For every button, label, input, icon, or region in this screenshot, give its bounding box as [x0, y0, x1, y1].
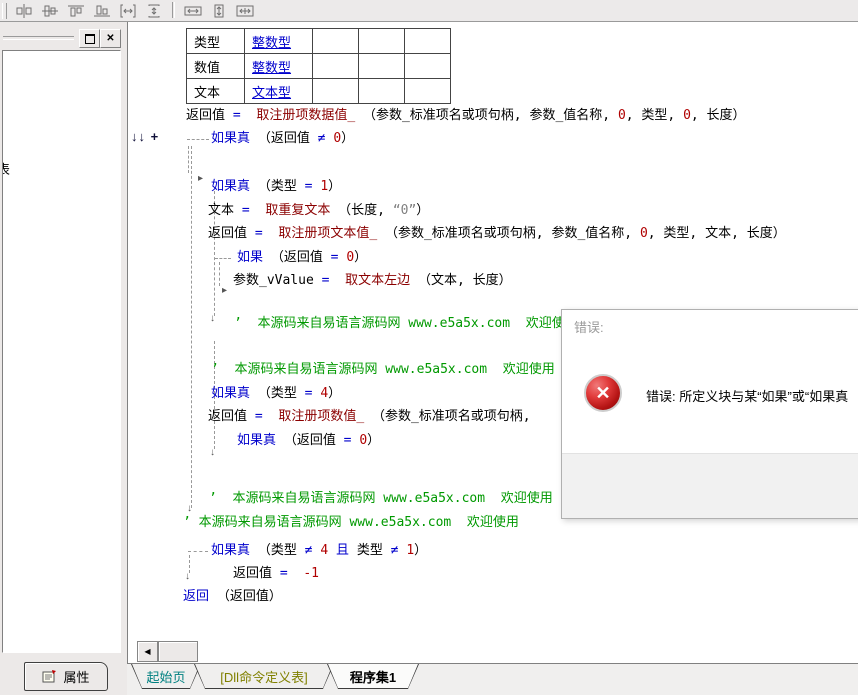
code-line[interactable]: 如果真 （类型 = 1）: [211, 179, 341, 195]
tab-program-set-1[interactable]: 程序集1: [327, 664, 419, 689]
align-bottom-button[interactable]: [89, 2, 114, 20]
code-line[interactable]: 如果真 （类型 = 4）: [211, 386, 341, 402]
toolbar-separator: [172, 2, 175, 18]
code-line[interactable]: ’ 本源码来自易语言源码网 www.e5a5x.com 欢迎使用: [209, 491, 553, 507]
indent-arrow-icon: ↓: [185, 572, 190, 582]
same-width-icon: [184, 4, 202, 18]
code-line[interactable]: 返回 （返回值）: [183, 589, 282, 605]
variable-table: 类型整数型数值整数型文本文本型: [186, 28, 451, 104]
code-line[interactable]: 如果 （返回值 = 0）: [237, 250, 367, 266]
align-center-vertical-button[interactable]: [37, 2, 62, 20]
code-line[interactable]: 如果真 （类型 ≠ 4 且 类型 ≠ 1）: [211, 543, 427, 559]
empty-cell[interactable]: [405, 79, 451, 104]
variable-type-cell[interactable]: 文本型: [245, 79, 313, 104]
variable-type-cell[interactable]: 整数型: [245, 54, 313, 79]
scrollbar-thumb[interactable]: [158, 641, 198, 662]
indent-guide: [188, 551, 208, 552]
indent-guide: [191, 146, 192, 508]
dialog-title: 错误:: [574, 317, 604, 336]
same-width-button[interactable]: [180, 2, 205, 20]
indent-arrow-icon: ▸: [222, 286, 227, 296]
table-row: 文本文本型: [187, 79, 451, 104]
space-evenly-horizontal-icon: [119, 4, 137, 18]
panel-float-button[interactable]: [79, 29, 100, 48]
tree-item-partial-text: 表: [2, 159, 10, 178]
indent-arrow-icon: ↓: [210, 314, 215, 324]
dialog-footer: [562, 453, 858, 518]
panel-close-button[interactable]: ✕: [100, 29, 121, 48]
code-line[interactable]: 返回值 = 取注册项数值_ （参数_标准项名或项句柄,: [208, 409, 531, 425]
empty-cell[interactable]: [359, 79, 405, 104]
table-row: 数值整数型: [187, 54, 451, 79]
error-x-icon: ✕: [584, 374, 622, 412]
variable-name-cell[interactable]: 类型: [187, 29, 245, 54]
space-evenly-horizontal-button[interactable]: [115, 2, 140, 20]
tab-label: 起始页: [146, 667, 185, 686]
same-size-icon: [236, 4, 254, 18]
code-line[interactable]: 如果真 （返回值 ≠ 0）: [211, 131, 354, 147]
code-line[interactable]: 文本 = 取重复文本 （长度, “0”）: [208, 203, 429, 219]
same-height-icon: [210, 4, 228, 18]
ide-window: ✕ 表 属性 类型整数型数值整数型文本文本型 ↓↓ + ▸ ↓ ↓: [0, 0, 858, 695]
error-dialog: 错误: ✕ 错误: 所定义块与某“如果”或“如果真: [561, 309, 858, 519]
close-icon: ✕: [106, 33, 114, 44]
align-center-vertical-icon: [41, 4, 59, 18]
restore-icon: [85, 34, 95, 44]
alignment-toolbar: [0, 0, 858, 22]
horizontal-scrollbar[interactable]: ◀: [134, 640, 850, 661]
code-line[interactable]: ’ 本源码来自易语言源码网 www.e5a5x.com 欢迎使用: [234, 316, 578, 332]
code-line[interactable]: ’ 本源码来自易语言源码网 www.e5a5x.com 欢迎使用: [211, 362, 555, 378]
space-evenly-vertical-button[interactable]: [141, 2, 166, 20]
code-line[interactable]: 参数_vValue = 取文本左边 （文本, 长度）: [233, 273, 512, 289]
align-top-icon: [67, 4, 85, 18]
properties-label: 属性: [63, 667, 89, 686]
align-bottom-icon: [93, 4, 111, 18]
toolbar-buttons: [11, 2, 258, 20]
empty-cell[interactable]: [313, 54, 359, 79]
scroll-left-button[interactable]: ◀: [137, 641, 158, 662]
empty-cell[interactable]: [359, 29, 405, 54]
tab-start-page[interactable]: 起始页: [131, 664, 201, 689]
tab-label: [Dll命令定义表]: [220, 667, 307, 686]
document-tab-bar: 起始页 [Dll命令定义表] 程序集1: [127, 663, 858, 695]
empty-cell[interactable]: [405, 54, 451, 79]
margin-marker[interactable]: ↓↓ +: [131, 129, 159, 144]
space-evenly-vertical-icon: [145, 4, 163, 18]
variable-name-cell[interactable]: 数值: [187, 54, 245, 79]
variable-name-cell[interactable]: 文本: [187, 79, 245, 104]
empty-cell[interactable]: [359, 54, 405, 79]
variable-type-cell[interactable]: 整数型: [245, 29, 313, 54]
panel-drag-grip[interactable]: [3, 36, 74, 40]
table-row: 类型整数型: [187, 29, 451, 54]
properties-icon: [42, 670, 58, 684]
indent-arrow-icon: ↓: [187, 504, 192, 514]
indent-guide: [215, 258, 231, 259]
empty-cell[interactable]: [313, 29, 359, 54]
same-height-button[interactable]: [206, 2, 231, 20]
toolbar-grip[interactable]: [2, 3, 7, 19]
workspace-tree[interactable]: 表: [2, 50, 121, 653]
tab-dll-command-table[interactable]: [Dll命令定义表]: [194, 664, 334, 689]
code-line[interactable]: 返回值 = -1: [233, 566, 319, 582]
workspace-panel: ✕ 表 属性: [0, 22, 127, 695]
indent-guide: [188, 146, 189, 173]
align-top-button[interactable]: [63, 2, 88, 20]
indent-guide: [187, 139, 209, 140]
align-center-horizontal-icon: [15, 4, 33, 18]
properties-button[interactable]: 属性: [24, 662, 108, 691]
code-line[interactable]: ’ 本源码来自易语言源码网 www.e5a5x.com 欢迎使用: [183, 515, 519, 531]
error-message: 错误: 所定义块与某“如果”或“如果真: [646, 386, 858, 405]
indent-arrow-icon: ↓: [210, 448, 215, 458]
empty-cell[interactable]: [405, 29, 451, 54]
indent-arrow-icon: ▸: [198, 174, 203, 184]
tab-label: 程序集1: [350, 667, 396, 686]
code-line[interactable]: 返回值 = 取注册项数据值_ （参数_标准项名或项句柄, 参数_值名称, 0, …: [186, 108, 746, 124]
indent-guide: [219, 262, 220, 286]
same-size-button[interactable]: [232, 2, 257, 20]
empty-cell[interactable]: [313, 79, 359, 104]
scroll-left-arrow-icon: ◀: [144, 647, 150, 656]
align-center-horizontal-button[interactable]: [11, 2, 36, 20]
code-line[interactable]: 返回值 = 取注册项文本值_ （参数_标准项名或项句柄, 参数_值名称, 0, …: [208, 226, 786, 242]
code-line[interactable]: 如果真 （返回值 = 0）: [237, 433, 380, 449]
